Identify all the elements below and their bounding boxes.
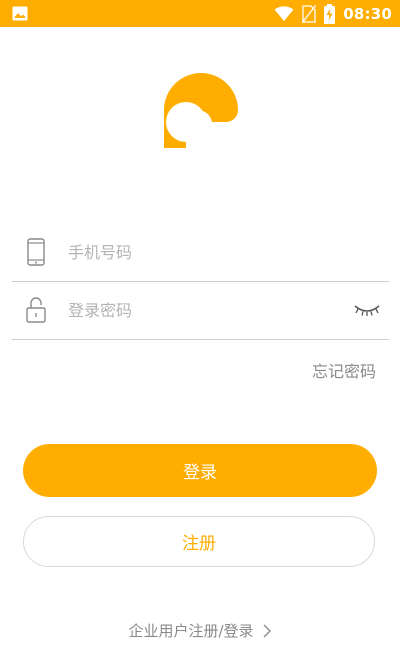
login-button[interactable]: 登录 [23,444,377,497]
status-bar: 08:30 [0,0,400,27]
phone-icon [27,238,45,266]
status-icons: 08:30 [274,0,392,27]
status-time: 08:30 [343,4,392,23]
chevron-right-icon [263,624,271,637]
phone-input[interactable] [68,236,328,268]
brand-logo [164,73,238,148]
image-icon [12,6,28,21]
forgot-password-link[interactable]: 忘记密码 [312,358,376,382]
no-sim-icon [302,4,317,23]
password-field [12,282,389,340]
password-input[interactable] [68,294,328,326]
wifi-icon [274,5,294,21]
login-screen: 08:30 忘记密码 登录 [0,0,400,661]
register-button[interactable]: 注册 [23,516,375,567]
battery-charging-icon [324,3,336,24]
lock-icon [26,297,46,323]
enterprise-login-link[interactable]: 企业用户注册/登录 [0,620,400,641]
phone-field [12,224,389,282]
enterprise-login-label: 企业用户注册/登录 [128,622,254,640]
eye-closed-icon[interactable] [353,302,381,318]
